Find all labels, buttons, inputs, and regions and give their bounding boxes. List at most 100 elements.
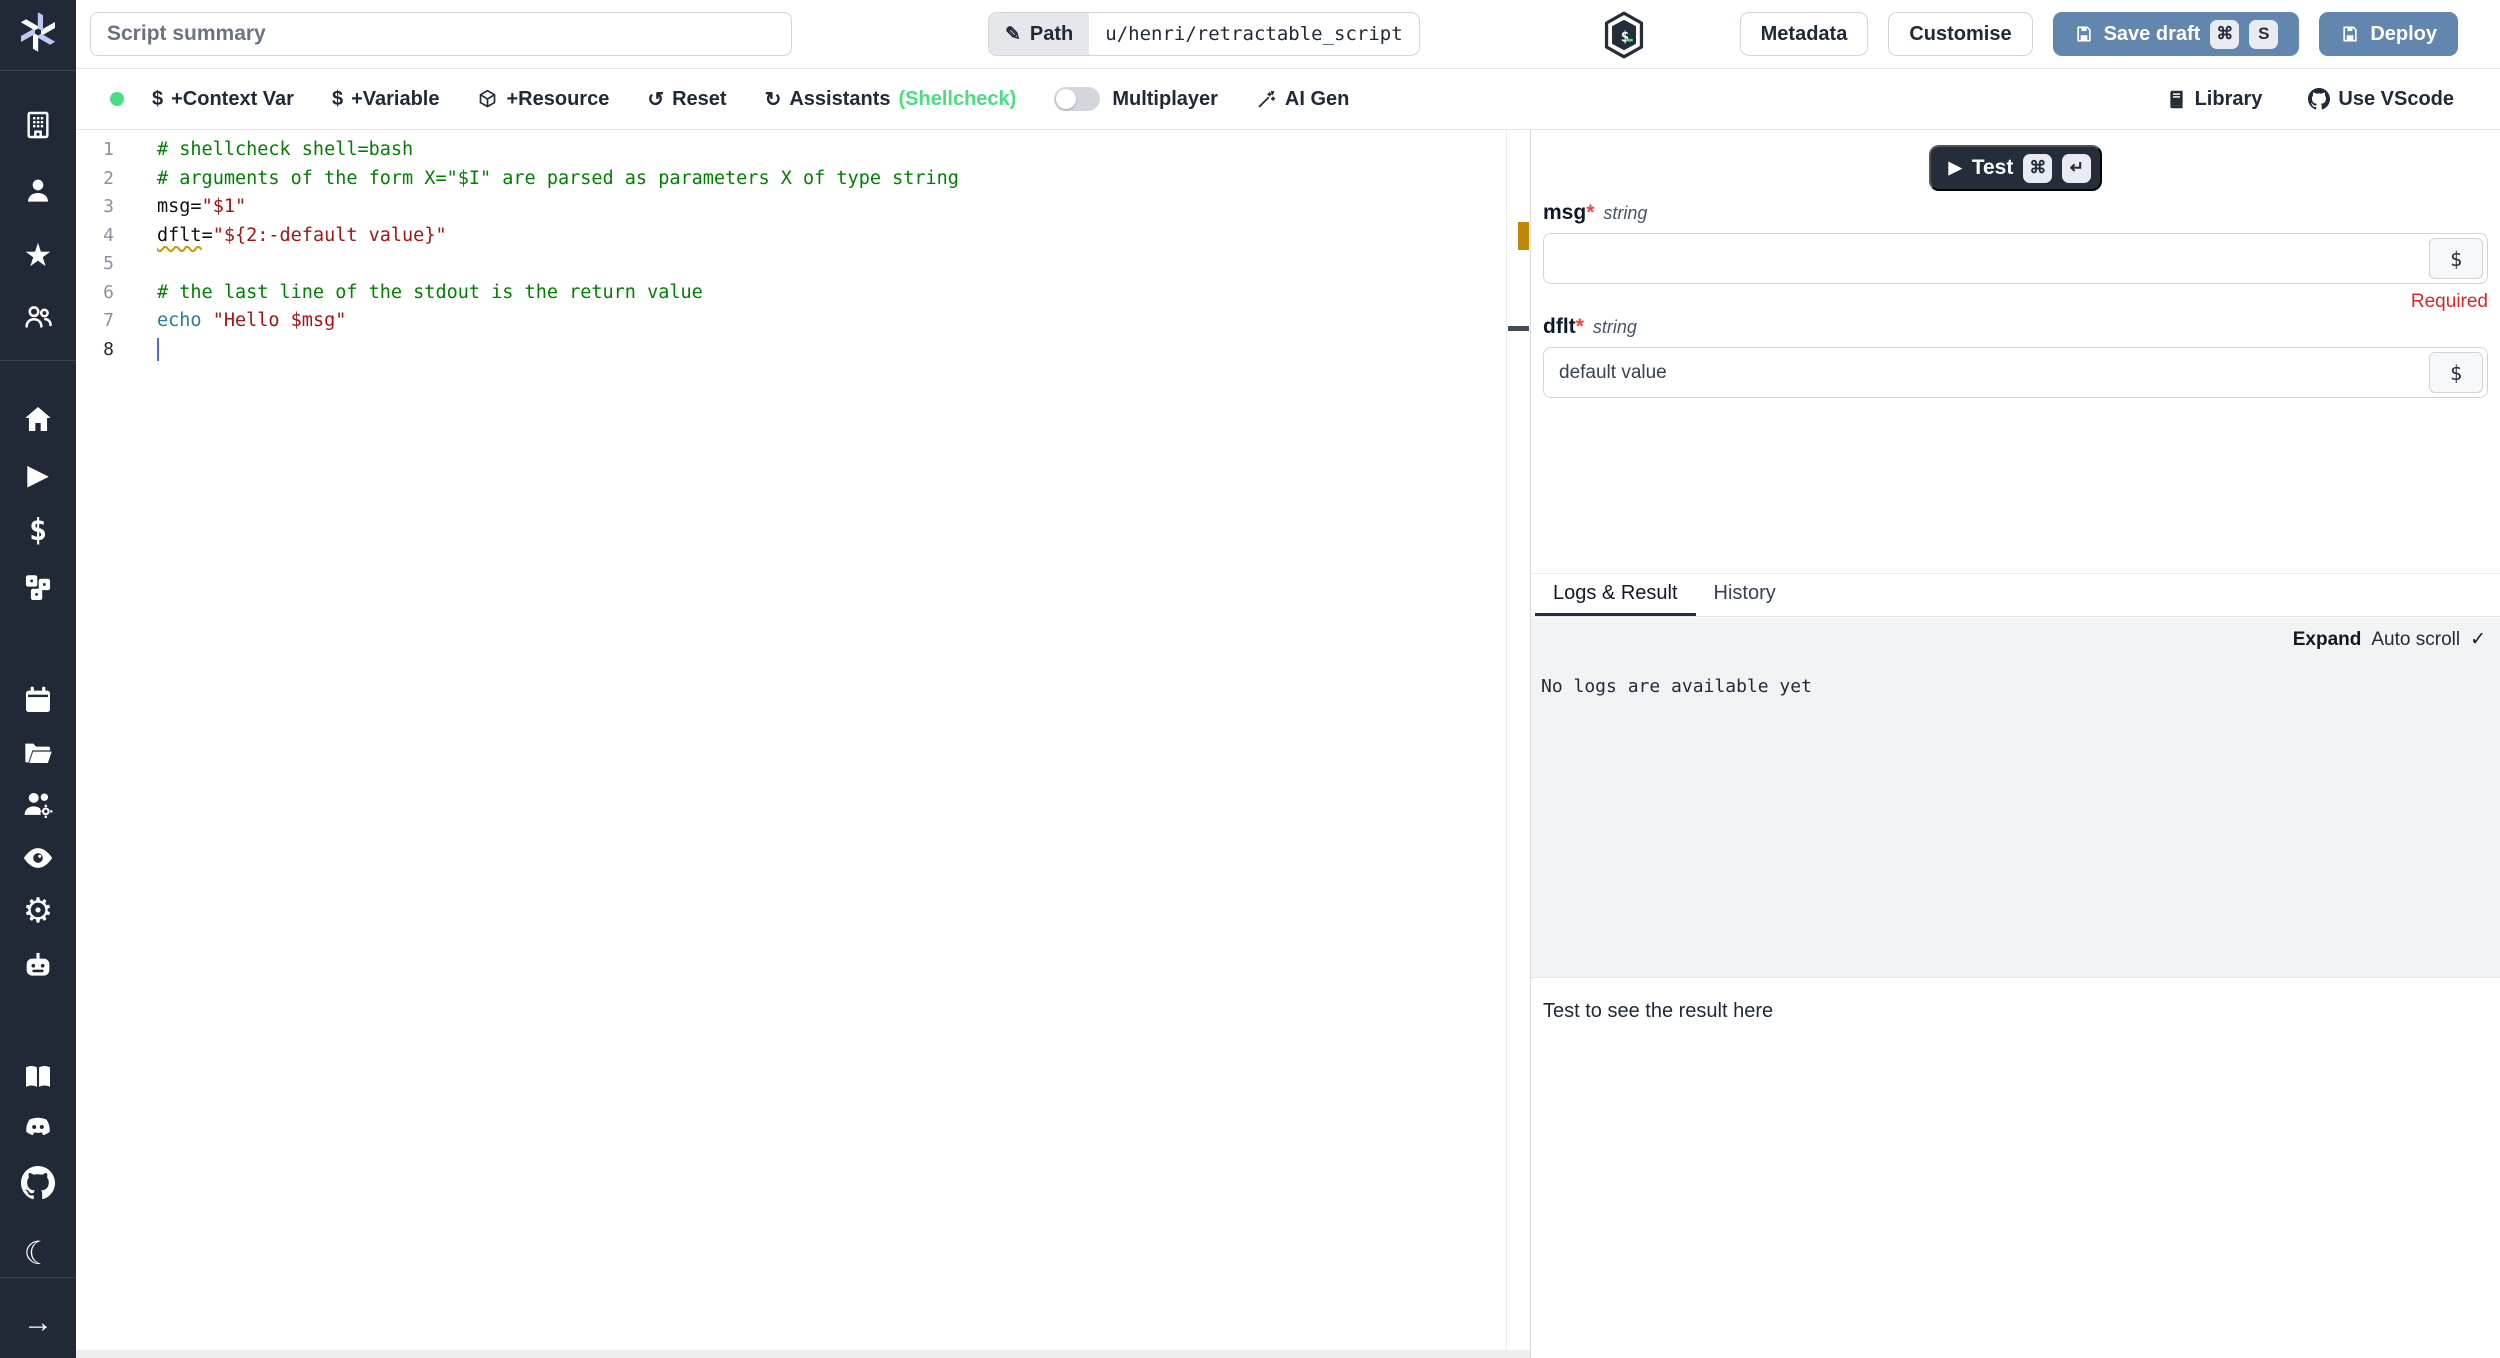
divider [0, 1277, 76, 1278]
line-number: 7 [103, 310, 114, 331]
topbar: ✎ Path u/henri/retractable_script $ Meta… [76, 0, 2500, 69]
tab-label: History [1713, 582, 1776, 604]
multiplayer-label[interactable]: Multiplayer [1112, 88, 1218, 111]
field-dflt: dflt* string $ [1543, 315, 2488, 398]
tab-logs-result[interactable]: Logs & Result [1535, 574, 1696, 616]
sidebar-item-runs[interactable]: ▶ [16, 453, 60, 497]
sidebar-item-folders[interactable] [16, 731, 60, 775]
sidebar-item-collapse[interactable]: → [16, 1301, 60, 1345]
assistants-button[interactable]: ↻ Assistants (Shellcheck) [765, 87, 1017, 112]
cubes-icon [25, 575, 51, 601]
windmill-logo-icon [20, 12, 56, 52]
use-vscode-button[interactable]: Use VScode [2308, 88, 2454, 111]
sidebar-item-favorites[interactable]: ★ [16, 233, 60, 277]
dollar-icon: $ [152, 87, 164, 110]
reset-button[interactable]: ↺ Reset [647, 87, 726, 112]
test-button[interactable]: ▶ Test ⌘ ↵ [1928, 145, 2103, 191]
dollar-icon: $ [2449, 360, 2463, 385]
github-icon [21, 1166, 55, 1200]
status-dot [110, 92, 124, 106]
arrow-right-icon: → [23, 1306, 53, 1339]
person-icon [28, 179, 48, 202]
panel-tabs: Logs & Result History [1531, 573, 2500, 617]
sidebar-item-docs[interactable] [16, 1055, 60, 1099]
assistants-label: Assistants [789, 87, 891, 110]
sidebar-item-github[interactable] [16, 1161, 60, 1205]
code-builtin: echo [157, 310, 202, 331]
code-text[interactable]: # shellcheck shell=bash # arguments of t… [157, 136, 1500, 364]
library-button[interactable]: Library [2166, 87, 2263, 111]
expand-button[interactable]: Expand [2293, 629, 2362, 651]
save-draft-button[interactable]: Save draft ⌘ S [2052, 12, 2300, 56]
code-editor[interactable]: 1 2 3 4 5 6 7 8 # shellcheck shell=bash … [76, 130, 1530, 1358]
expression-toggle-button[interactable]: $ [2429, 352, 2483, 393]
field-type: string [1603, 203, 1648, 223]
sidebar-item-home[interactable] [16, 397, 60, 441]
ai-gen-label: AI Gen [1284, 87, 1350, 110]
add-context-var-button[interactable]: $ +Context Var [152, 88, 294, 111]
save-icon [2343, 26, 2357, 42]
svg-text:$: $ [1621, 30, 1630, 46]
autoscroll-label[interactable]: Auto scroll [2371, 629, 2460, 651]
deploy-button[interactable]: Deploy [2319, 12, 2458, 56]
tab-history[interactable]: History [1696, 574, 1794, 616]
save-icon [2076, 26, 2091, 42]
refresh-icon: ↻ [764, 88, 782, 111]
github-icon [2308, 88, 2331, 110]
expression-toggle-button[interactable]: $ [2429, 238, 2483, 279]
field-name: msg* [1543, 201, 1595, 224]
result-placeholder: Test to see the result here [1543, 1000, 1774, 1022]
gear-icon: ⚙ [22, 892, 54, 930]
sidebar-item-audit-logs[interactable] [16, 836, 60, 880]
dollar-icon: $ [2449, 246, 2463, 271]
customise-button[interactable]: Customise [1888, 12, 2033, 56]
sidebar-item-groups[interactable] [16, 295, 60, 339]
library-label: Library [2194, 87, 2263, 110]
line-number-gutter: 1 2 3 4 5 6 7 8 [76, 136, 114, 364]
sidebar-item-dark-mode[interactable]: ☾ [16, 1231, 60, 1275]
play-icon: ▶ [27, 459, 49, 490]
bash-language-icon: $ [1602, 11, 1646, 59]
editor-bottom-strip [76, 1350, 1530, 1358]
add-resource-button[interactable]: +Resource [477, 88, 609, 111]
sidebar-item-workspace[interactable] [16, 103, 60, 147]
windmill-logo[interactable] [16, 10, 60, 54]
add-variable-button[interactable]: $ +Variable [332, 88, 440, 111]
sidebar-item-variables[interactable]: $ [16, 509, 60, 553]
book-icon [2169, 90, 2183, 108]
script-summary-input[interactable] [90, 12, 792, 56]
sidebar-item-user[interactable] [16, 169, 60, 213]
path-edit-button[interactable]: ✎ Path [989, 13, 1090, 55]
sidebar-item-settings[interactable]: ⚙ [16, 889, 60, 933]
sidebar-item-resources[interactable] [16, 566, 60, 610]
line-number: 4 [103, 224, 114, 246]
msg-input-wrap: $ [1543, 233, 2488, 284]
ai-gen-button[interactable]: AI Gen [1256, 88, 1349, 111]
autoscroll-checkbox[interactable]: ✓ [2470, 628, 2486, 651]
sidebar-item-workers[interactable] [16, 783, 60, 827]
play-icon: ▶ [1948, 158, 1962, 177]
path-value[interactable]: u/henri/retractable_script [1089, 13, 1418, 55]
multiplayer-toggle[interactable] [1054, 87, 1101, 111]
customise-label: Customise [1909, 22, 2012, 45]
code-comment: # shellcheck shell=bash [157, 139, 414, 160]
home-icon [25, 407, 51, 431]
overview-ruler[interactable] [1506, 130, 1530, 1350]
toolbar-right: Library Use VScode [2166, 88, 2454, 111]
sidebar-item-ai[interactable] [16, 943, 60, 987]
metadata-button[interactable]: Metadata [1739, 12, 1869, 56]
test-row: ▶ Test ⌘ ↵ [1531, 130, 2500, 191]
sidebar-item-schedules[interactable] [16, 678, 60, 722]
sidebar-item-discord[interactable] [16, 1107, 60, 1151]
kbd-s: S [2249, 19, 2279, 49]
line-number-active: 8 [103, 338, 114, 360]
reset-label: Reset [672, 87, 727, 110]
pencil-icon: ✎ [1005, 23, 1021, 45]
code-string: "$1" [201, 196, 247, 217]
divider [0, 360, 76, 361]
sidebar: ★ ▶ $ ⚙ ☾ → [0, 0, 76, 1358]
topbar-actions: Metadata Customise Save draft ⌘ S Deploy [1739, 12, 2458, 56]
msg-input[interactable] [1544, 234, 2487, 283]
kbd-enter: ↵ [2062, 153, 2092, 183]
dflt-input[interactable] [1544, 348, 2487, 397]
